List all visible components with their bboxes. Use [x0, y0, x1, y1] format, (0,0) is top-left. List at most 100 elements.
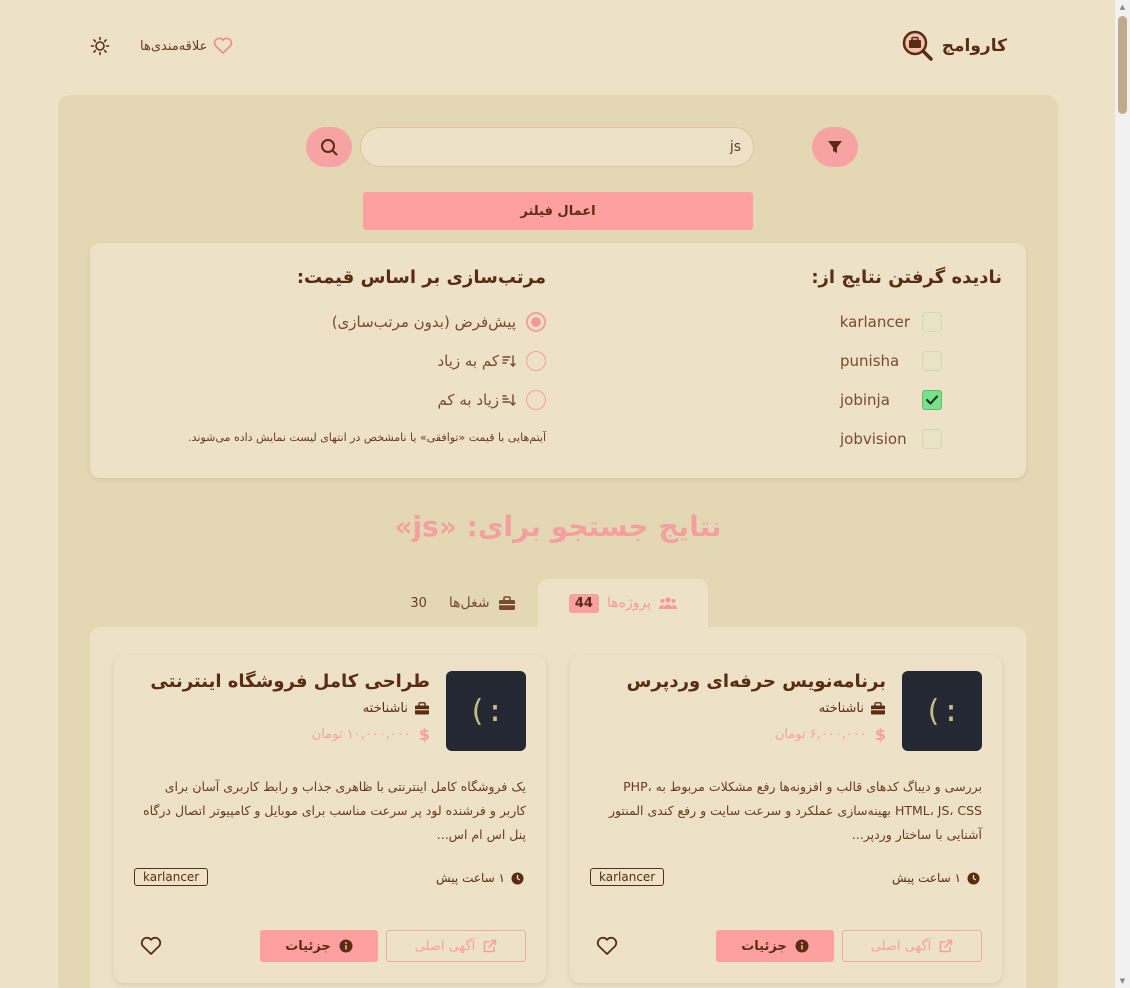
- tab-projects-label: پروژه‌ها: [606, 595, 652, 611]
- sort-option-label: زیاد به کم: [437, 390, 499, 409]
- card-company: ناشناخته: [819, 701, 886, 716]
- external-link-icon: [483, 939, 497, 953]
- card-title[interactable]: برنامه‌نویس حرفه‌ای وردپرس: [627, 671, 886, 692]
- source-option-punisha[interactable]: punisha: [702, 341, 942, 380]
- sort-option-ascending[interactable]: کم به زیاد: [126, 341, 546, 380]
- scroll-up-arrow-icon[interactable]: ▲: [1118, 3, 1127, 11]
- tab-jobs-count: 30: [410, 595, 427, 611]
- page-scrollbar[interactable]: ▲ ▼: [1115, 0, 1130, 988]
- briefcase-icon: [414, 702, 430, 715]
- project-card: :) برنامه‌نویس حرفه‌ای وردپرس ناشناخته $…: [570, 655, 1002, 983]
- source-label: karlancer: [839, 312, 910, 331]
- info-icon: [795, 939, 809, 953]
- time-text: ۱ ساعت پیش: [892, 871, 961, 885]
- radio[interactable]: [526, 350, 546, 371]
- theme-toggle-sun-icon[interactable]: [90, 36, 110, 56]
- apply-filter-button[interactable]: اعمال فیلتر: [363, 192, 753, 230]
- sort-option-default[interactable]: پیش‌فرض (بدون مرتب‌سازی): [126, 302, 546, 341]
- results-area: :) برنامه‌نویس حرفه‌ای وردپرس ناشناخته $…: [90, 627, 1026, 988]
- sort-option-label: کم به زیاد: [437, 351, 499, 370]
- details-button[interactable]: جزئیات: [716, 930, 834, 962]
- sort-ascending-icon: [502, 354, 516, 367]
- details-label: جزئیات: [285, 938, 331, 954]
- top-header: کاروامج: [0, 0, 1115, 92]
- ignore-sources-title: نادیده گرفتن نتایج از:: [811, 267, 1002, 288]
- original-ad-label: آگهی اصلی: [414, 938, 476, 954]
- price-value: ۶,۰۰۰,۰۰۰ تومان: [774, 727, 867, 742]
- favorite-heart-icon[interactable]: [596, 935, 618, 957]
- checkbox[interactable]: [922, 350, 942, 371]
- checkbox[interactable]: [922, 428, 942, 449]
- source-label: jobinja: [840, 390, 890, 409]
- filter-toggle-button[interactable]: [812, 127, 858, 167]
- brand[interactable]: کاروامج: [902, 30, 1007, 62]
- sort-option-descending-wrap: زیاد به کم: [437, 391, 516, 409]
- source-tag: karlancer: [134, 868, 209, 886]
- external-link-icon: [939, 939, 953, 953]
- results-title: نتایج جستجو برای: «js»: [394, 510, 722, 543]
- filter-card: نادیده گرفتن نتایج از: karlancer punisha…: [90, 243, 1026, 478]
- tab-jobs[interactable]: شغل‌ها 30: [388, 579, 538, 627]
- favorites-label: علاقه‌مندی‌ها: [140, 38, 208, 54]
- source-label: punisha: [840, 351, 900, 370]
- card-company: ناشناخته: [363, 701, 430, 716]
- card-time: ۱ ساعت پیش: [436, 871, 524, 885]
- card-price: $ ۶,۰۰۰,۰۰۰ تومان: [775, 725, 886, 744]
- card-logo: :): [902, 671, 982, 751]
- tab-projects-count: 44: [568, 593, 599, 613]
- job-search-logo-icon: [902, 30, 934, 62]
- card-price: $ ۱۰,۰۰۰,۰۰۰ تومان: [312, 725, 430, 744]
- card-description: بررسی و دیباگ کدهای قالب و افزونه‌ها رفع…: [608, 779, 982, 842]
- sort-note: آیتم‌هایی با قیمت «توافقی» یا نامشخص در …: [188, 431, 546, 444]
- briefcase-icon: [498, 595, 516, 611]
- clock-icon: [511, 872, 524, 885]
- scroll-down-arrow-icon[interactable]: ▼: [1118, 977, 1127, 985]
- funnel-icon: [827, 139, 843, 155]
- checkbox-checked[interactable]: [922, 389, 942, 410]
- details-label: جزئیات: [741, 938, 787, 954]
- favorites-link[interactable]: علاقه‌مندی‌ها: [140, 37, 233, 55]
- time-text: ۱ ساعت پیش: [436, 871, 505, 885]
- price-sort-title: مرتب‌سازی بر اساس قیمت:: [296, 267, 546, 288]
- favorite-heart-icon[interactable]: [140, 935, 162, 957]
- company-name: ناشناخته: [818, 701, 864, 716]
- original-ad-label: آگهی اصلی: [870, 938, 932, 954]
- search-input[interactable]: [360, 127, 754, 167]
- main-panel: اعمال فیلتر نادیده گرفتن نتایج از: karla…: [58, 95, 1058, 988]
- source-option-jobinja[interactable]: jobinja: [702, 380, 942, 419]
- card-description: یک فروشگاه کامل اینترنتی با ظاهری جذاب و…: [143, 779, 526, 842]
- project-card: :) طراحی کامل فروشگاه اینترنتی ناشناخته …: [114, 655, 546, 983]
- source-option-jobvision[interactable]: jobvision: [702, 419, 942, 458]
- users-icon: [659, 596, 678, 610]
- original-ad-button[interactable]: آگهی اصلی: [842, 930, 982, 962]
- price-sort-section: مرتب‌سازی بر اساس قیمت: پیش‌فرض (بدون مر…: [126, 267, 546, 444]
- brand-name: کاروامج: [941, 36, 1007, 56]
- sort-option-descending[interactable]: زیاد به کم: [126, 380, 546, 419]
- radio[interactable]: [526, 389, 546, 410]
- source-option-karlancer[interactable]: karlancer: [702, 302, 942, 341]
- scroll-thumb[interactable]: [1118, 16, 1127, 114]
- checkbox[interactable]: [922, 311, 942, 332]
- header-actions: علاقه‌مندی‌ها: [90, 36, 233, 56]
- heart-icon: [213, 37, 233, 55]
- dollar-icon: $: [418, 725, 430, 744]
- info-icon: [339, 939, 353, 953]
- sort-descending-icon: [502, 393, 516, 406]
- tab-projects[interactable]: پروژه‌ها 44: [538, 579, 708, 627]
- sort-option-label: پیش‌فرض (بدون مرتب‌سازی): [331, 312, 516, 331]
- details-button[interactable]: جزئیات: [260, 930, 378, 962]
- company-name: ناشناخته: [362, 701, 408, 716]
- clock-icon: [967, 872, 980, 885]
- source-label: jobvision: [840, 429, 907, 448]
- source-tag: karlancer: [590, 868, 665, 886]
- card-title[interactable]: طراحی کامل فروشگاه اینترنتی: [150, 671, 430, 692]
- briefcase-icon: [870, 702, 886, 715]
- search-icon: [320, 138, 338, 156]
- tab-jobs-label: شغل‌ها: [448, 595, 490, 611]
- original-ad-button[interactable]: آگهی اصلی: [386, 930, 526, 962]
- price-value: ۱۰,۰۰۰,۰۰۰ تومان: [311, 727, 411, 742]
- card-time: ۱ ساعت پیش: [892, 871, 980, 885]
- dollar-icon: $: [874, 725, 886, 744]
- search-button[interactable]: [306, 127, 352, 167]
- radio-selected[interactable]: [526, 311, 546, 332]
